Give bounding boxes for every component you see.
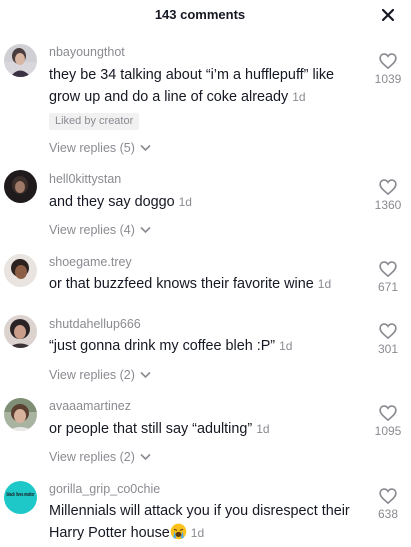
- like-count: 301: [377, 342, 399, 356]
- chevron-down-icon: [140, 144, 151, 152]
- comment-body: “just gonna drink my coffee bleh :P”: [49, 338, 276, 354]
- comment-timestamp: 1d: [190, 526, 205, 540]
- like-count: 1360: [374, 198, 402, 212]
- like-button[interactable]: 638: [368, 488, 408, 521]
- comment-text: or that buzzfeed knows their favorite wi…: [49, 273, 369, 295]
- comment-username[interactable]: shutdahellup666: [49, 317, 141, 331]
- like-button[interactable]: 671: [368, 261, 408, 294]
- comment-body: and they say doggo: [49, 194, 175, 210]
- liked-by-creator-badge: Liked by creator: [49, 113, 140, 130]
- chevron-down-icon: [140, 226, 151, 234]
- heart-icon: [379, 488, 397, 504]
- comment-text: or people that still say “adulting” 1d: [49, 418, 369, 440]
- comment-timestamp: 1d: [279, 339, 293, 353]
- view-replies-button[interactable]: View replies (2): [49, 450, 151, 464]
- close-icon: [381, 8, 395, 22]
- comment-timestamp: 1d: [292, 90, 306, 104]
- loudly-crying-face-emoji: [170, 523, 187, 540]
- like-count: 1039: [374, 72, 402, 86]
- comment-username[interactable]: nbayoungthot: [49, 45, 125, 59]
- comment-body: or people that still say “adulting”: [49, 421, 253, 437]
- comment-count-title: 143 comments: [154, 7, 246, 22]
- like-count: 671: [377, 280, 399, 294]
- view-replies-label: View replies (4): [49, 223, 135, 237]
- comment-timestamp: 1d: [317, 277, 332, 291]
- like-button[interactable]: 301: [368, 323, 408, 356]
- comment-text: “just gonna drink my coffee bleh :P” 1d: [49, 335, 369, 357]
- comment-text: they be 34 talking about “i’m a hufflepu…: [49, 64, 369, 108]
- heart-icon: [379, 261, 397, 277]
- view-replies-label: View replies (5): [49, 141, 135, 155]
- view-replies-button[interactable]: View replies (5): [49, 141, 151, 155]
- like-count: 638: [377, 507, 399, 521]
- avatar[interactable]: [4, 170, 37, 203]
- close-button[interactable]: [378, 6, 398, 24]
- avatar[interactable]: [4, 398, 37, 431]
- like-count: 1095: [374, 424, 402, 438]
- like-button[interactable]: 1360: [368, 179, 408, 212]
- avatar[interactable]: [4, 44, 37, 77]
- comment-username[interactable]: shoegame.trey: [49, 255, 132, 269]
- view-replies-button[interactable]: View replies (2): [49, 368, 151, 382]
- chevron-down-icon: [140, 453, 151, 461]
- heart-icon: [379, 405, 397, 421]
- avatar[interactable]: black lives matter: [4, 481, 37, 514]
- like-button[interactable]: 1039: [368, 53, 408, 86]
- chevron-down-icon: [140, 371, 151, 379]
- like-button[interactable]: 1095: [368, 405, 408, 438]
- comment-timestamp: 1d: [178, 195, 192, 209]
- heart-icon: [379, 53, 397, 69]
- avatar[interactable]: [4, 254, 37, 287]
- heart-icon: [379, 323, 397, 339]
- avatar-text: black lives matter: [7, 492, 35, 498]
- comment-username[interactable]: avaaamartinez: [49, 399, 131, 413]
- comment-username[interactable]: gorilla_grip_co0chie: [49, 482, 160, 496]
- comment-timestamp: 1d: [256, 422, 270, 436]
- comment-username[interactable]: hell0kittystan: [49, 172, 121, 186]
- comment-text: Millennials will attack you if you disre…: [49, 500, 369, 544]
- view-replies-label: View replies (2): [49, 368, 135, 382]
- comments-header: 143 comments: [0, 0, 411, 30]
- view-replies-button[interactable]: View replies (4): [49, 223, 151, 237]
- comment-text: and they say doggo 1d: [49, 191, 369, 213]
- comment-body: or that buzzfeed knows their favorite wi…: [49, 276, 314, 292]
- heart-icon: [379, 179, 397, 195]
- avatar[interactable]: [4, 315, 37, 348]
- view-replies-label: View replies (2): [49, 450, 135, 464]
